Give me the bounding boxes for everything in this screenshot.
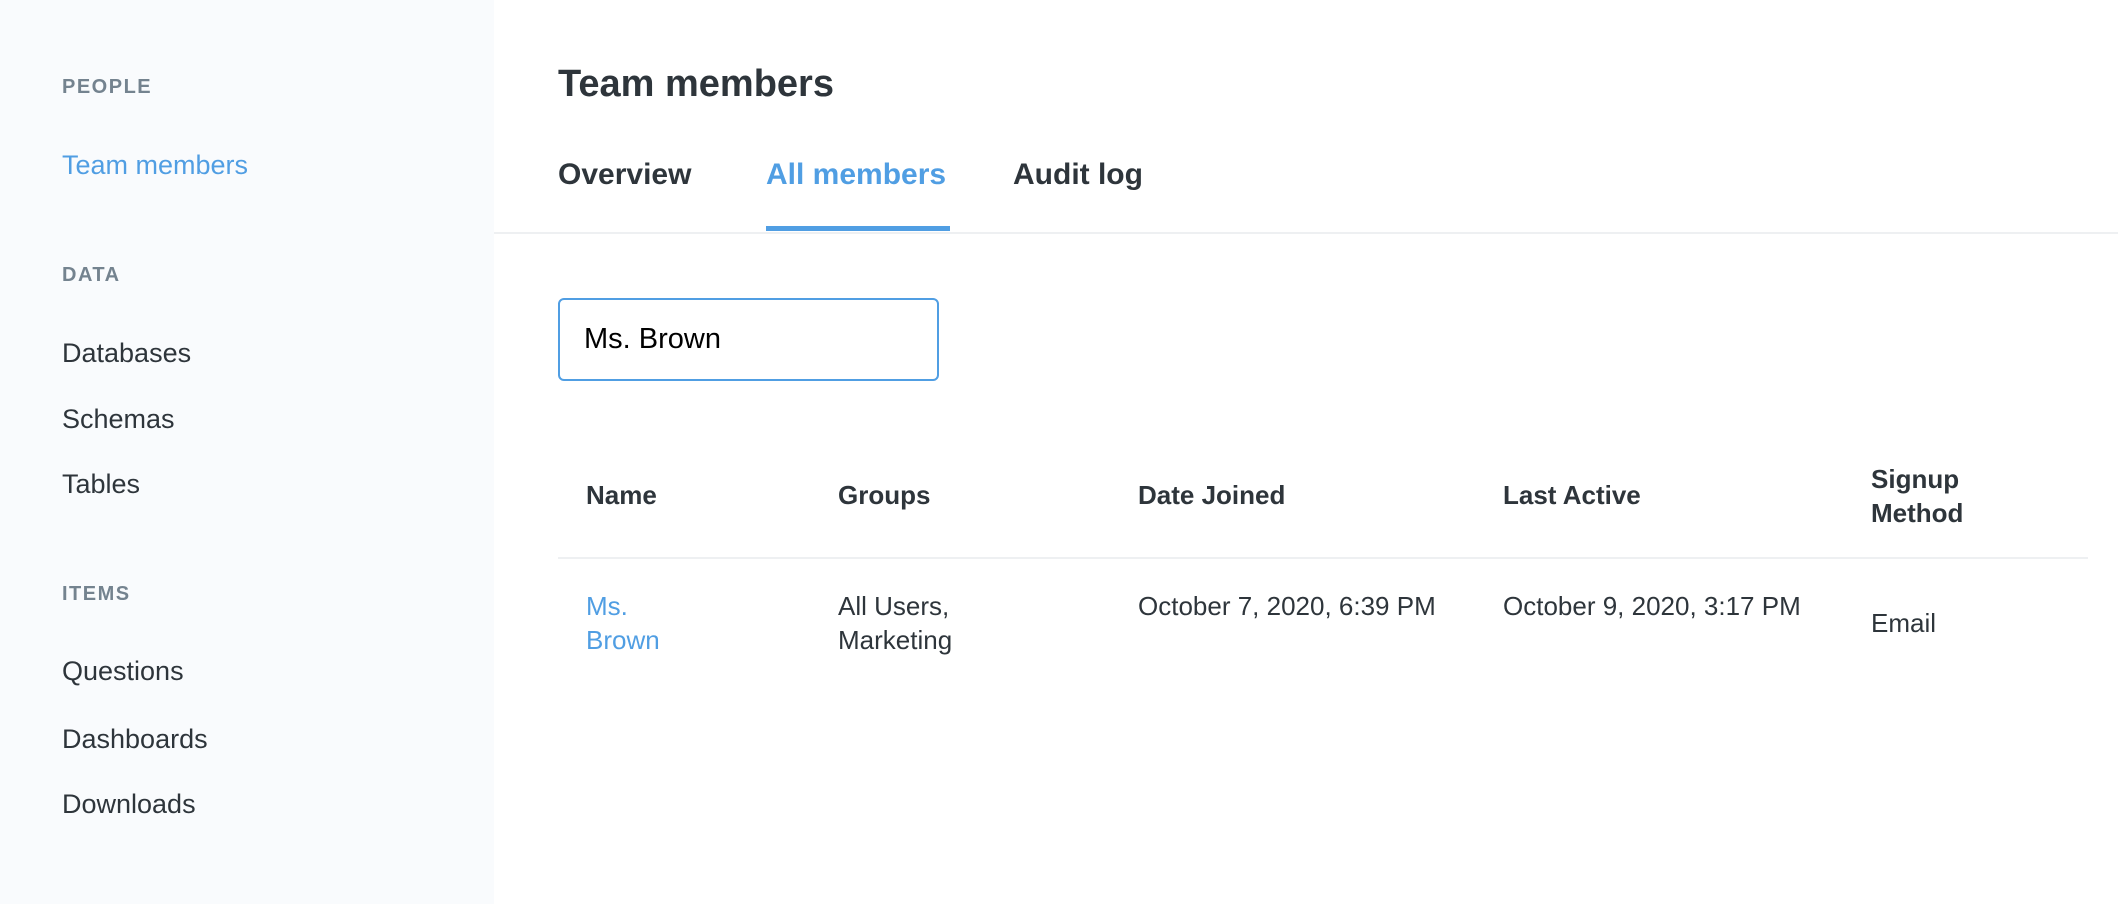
member-last-active: October 9, 2020, 3:17 PM [1503,591,1801,621]
column-header-last-active: Last Active [1503,480,1641,510]
tab-all-members[interactable]: All members [766,158,946,192]
tabs-divider [494,232,2118,234]
sidebar-item-schemas[interactable]: Schemas [62,404,175,435]
sidebar-item-tables[interactable]: Tables [62,469,140,500]
member-name-link[interactable]: Ms. Brown [586,589,696,657]
sidebar-item-databases[interactable]: Databases [62,338,191,369]
section-heading-people: PEOPLE [62,76,153,98]
sidebar-item-questions[interactable]: Questions [62,656,184,687]
column-header-signup-method: Signup Method [1871,464,1964,528]
sidebar-item-downloads[interactable]: Downloads [62,789,196,820]
column-header-date-joined: Date Joined [1138,480,1286,510]
search-input[interactable] [558,298,939,381]
sidebar-item-team-members[interactable]: Team members [62,150,248,181]
sidebar-item-dashboards[interactable]: Dashboards [62,724,208,755]
tab-overview[interactable]: Overview [558,158,691,192]
column-header-name: Name [586,480,657,510]
tab-audit-log[interactable]: Audit log [1013,158,1143,192]
active-tab-indicator [766,226,950,231]
column-header-groups: Groups [838,480,931,510]
member-groups: All Users, Marketing [838,591,953,655]
page-title: Team members [558,63,834,105]
section-heading-data: DATA [62,264,121,286]
sidebar: PEOPLE Team members DATA Databases Schem… [0,0,494,904]
member-date-joined: October 7, 2020, 6:39 PM [1138,591,1436,621]
header-divider [558,557,2088,559]
member-signup-method: Email [1871,608,1937,638]
section-heading-items: ITEMS [62,583,131,605]
